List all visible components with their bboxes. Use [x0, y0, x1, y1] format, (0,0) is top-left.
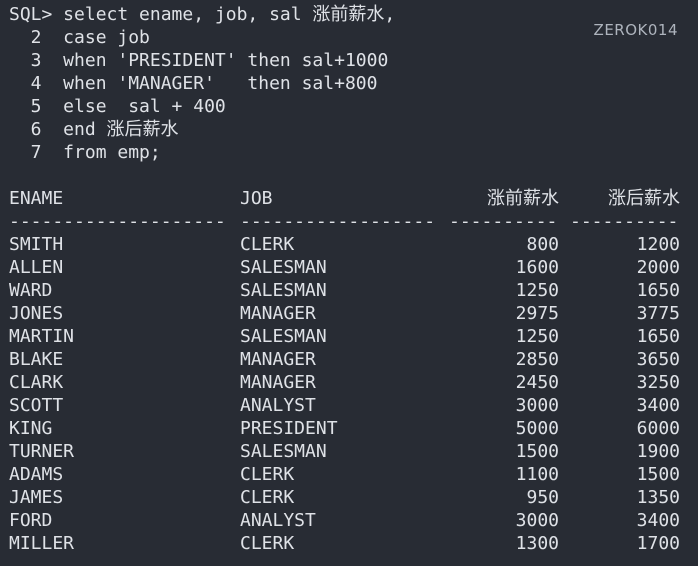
cell-sal-after: 3400: [636, 510, 680, 531]
cell-job: SALESMAN: [240, 257, 327, 278]
cell-sal-after: 2000: [636, 257, 680, 278]
sql-line: 6 end 涨后薪水: [9, 119, 179, 140]
column-header-sal-before: 涨前薪水: [487, 188, 559, 209]
cell-sal-before: 1100: [515, 464, 559, 485]
separator-sal-after: ----------: [570, 211, 679, 232]
cell-sal-before: 3000: [515, 395, 559, 416]
cell-ename: ALLEN: [9, 257, 64, 278]
cell-ename: FORD: [9, 510, 53, 531]
cell-ename: SCOTT: [9, 395, 64, 416]
cell-job: SALESMAN: [240, 326, 327, 347]
cell-sal-after: 1500: [636, 464, 680, 485]
cell-ename: CLARK: [9, 372, 64, 393]
separator-ename: --------------------: [9, 211, 226, 232]
cell-job: CLERK: [240, 487, 295, 508]
column-header-job: JOB: [240, 188, 273, 209]
cell-sal-before: 2850: [515, 349, 559, 370]
cell-sal-before: 1300: [515, 533, 559, 554]
cell-sal-after: 3250: [636, 372, 680, 393]
cell-sal-before: 1250: [515, 280, 559, 301]
cell-sal-after: 3650: [636, 349, 680, 370]
cell-sal-after: 6000: [636, 418, 680, 439]
cell-sal-before: 1250: [515, 326, 559, 347]
cell-ename: MILLER: [9, 533, 75, 554]
cell-sal-before: 2975: [515, 303, 559, 324]
cell-ename: MARTIN: [9, 326, 75, 347]
cell-sal-before: 1600: [515, 257, 559, 278]
watermark: ZEROK014: [593, 21, 678, 39]
cell-job: SALESMAN: [240, 441, 327, 462]
cell-sal-before: 800: [526, 234, 559, 255]
cell-sal-after: 1650: [636, 280, 680, 301]
cell-sal-before: 2450: [515, 372, 559, 393]
cell-ename: SMITH: [9, 234, 64, 255]
cell-job: MANAGER: [240, 303, 316, 324]
cell-sal-before: 1500: [515, 441, 559, 462]
cell-ename: KING: [9, 418, 53, 439]
cell-job: PRESIDENT: [240, 418, 338, 439]
sql-line: 5 else sal + 400: [9, 96, 226, 117]
cell-sal-before: 3000: [515, 510, 559, 531]
cell-ename: WARD: [9, 280, 53, 301]
cell-sal-after: 1650: [636, 326, 680, 347]
column-header-ename: ENAME: [9, 188, 64, 209]
cell-ename: JONES: [9, 303, 64, 324]
cell-job: ANALYST: [240, 395, 316, 416]
cell-job: SALESMAN: [240, 280, 327, 301]
terminal-window[interactable]: ZEROK014 SQL> select ename, job, sal 涨前薪…: [0, 0, 698, 566]
cell-ename: BLAKE: [9, 349, 64, 370]
sql-line: 2 case job: [9, 27, 150, 48]
cell-sal-after: 1700: [636, 533, 680, 554]
cell-ename: ADAMS: [9, 464, 64, 485]
separator-sal-before: ----------: [449, 211, 558, 232]
cell-job: CLERK: [240, 464, 295, 485]
cell-job: MANAGER: [240, 349, 316, 370]
cell-sal-before: 950: [526, 487, 559, 508]
sql-line: 7 from emp;: [9, 142, 161, 163]
cell-ename: TURNER: [9, 441, 75, 462]
cell-job: ANALYST: [240, 510, 316, 531]
separator-job: ------------------: [240, 211, 436, 232]
cell-sal-after: 1900: [636, 441, 680, 462]
cell-ename: JAMES: [9, 487, 64, 508]
cell-sal-before: 5000: [515, 418, 559, 439]
sql-prompt-line: SQL> select ename, job, sal 涨前薪水,: [9, 4, 396, 25]
cell-sal-after: 1200: [636, 234, 680, 255]
sql-line: 4 when 'MANAGER' then sal+800: [9, 73, 378, 94]
cell-job: CLERK: [240, 234, 295, 255]
cell-job: MANAGER: [240, 372, 316, 393]
sql-line: 3 when 'PRESIDENT' then sal+1000: [9, 50, 389, 71]
cell-sal-after: 3400: [636, 395, 680, 416]
cell-sal-after: 1350: [636, 487, 680, 508]
cell-sal-after: 3775: [636, 303, 680, 324]
cell-job: CLERK: [240, 533, 295, 554]
column-header-sal-after: 涨后薪水: [608, 188, 680, 209]
